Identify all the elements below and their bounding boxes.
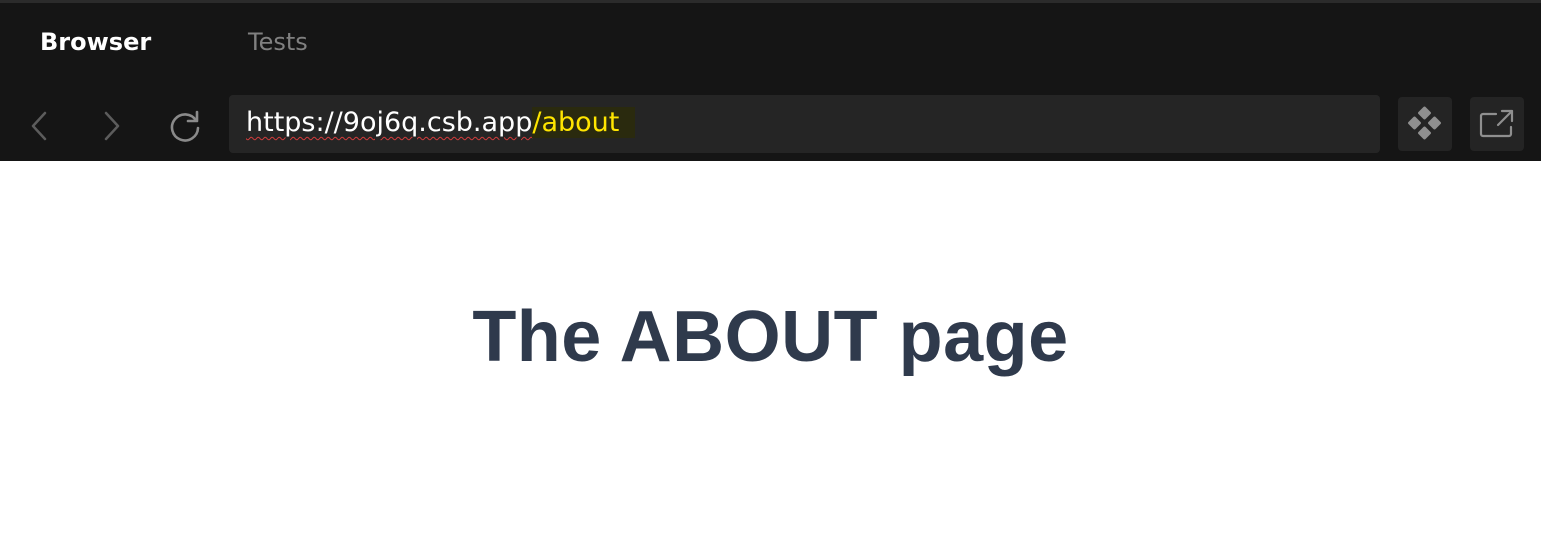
tab-browser[interactable]: Browser xyxy=(40,26,151,58)
back-button[interactable] xyxy=(20,106,60,146)
devtools-icon xyxy=(1408,106,1441,140)
browser-toolbar: Browser Tests https://9oj6q.csb.app/abou… xyxy=(0,0,1541,161)
forward-button[interactable] xyxy=(91,106,131,146)
url-host: https://9oj6q.csb.app xyxy=(246,107,533,138)
tab-tests[interactable]: Tests xyxy=(248,26,308,58)
url-path: /about xyxy=(532,107,636,138)
devtools-button[interactable] xyxy=(1398,97,1452,151)
address-bar[interactable]: https://9oj6q.csb.app/about xyxy=(229,95,1380,153)
url-text: https://9oj6q.csb.app/about xyxy=(246,106,636,140)
app-window: Browser Tests https://9oj6q.csb.app/abou… xyxy=(0,0,1541,548)
refresh-button[interactable] xyxy=(165,106,205,146)
chevron-right-icon xyxy=(104,111,120,141)
refresh-icon xyxy=(170,110,200,142)
open-in-new-window-button[interactable] xyxy=(1470,97,1524,151)
chevron-left-icon xyxy=(31,111,47,141)
page-heading: The ABOUT page xyxy=(472,297,1069,377)
open-in-new-window-icon xyxy=(1479,109,1514,138)
page-viewport: The ABOUT page xyxy=(0,161,1541,548)
